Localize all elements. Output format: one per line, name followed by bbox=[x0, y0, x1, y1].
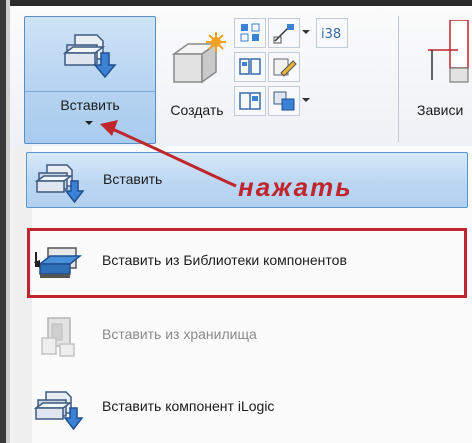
pattern-icon[interactable] bbox=[234, 18, 266, 48]
place-dropdown[interactable] bbox=[300, 18, 310, 46]
create-button[interactable]: Создать bbox=[158, 20, 236, 140]
copy-icon[interactable] bbox=[234, 86, 266, 116]
edit-icon[interactable] bbox=[268, 52, 300, 82]
substitute-dropdown[interactable] bbox=[300, 86, 310, 114]
annotation-text: нажать bbox=[238, 172, 353, 202]
table-list-icon: i38 bbox=[321, 27, 341, 42]
ilogic-component-icon bbox=[34, 391, 84, 431]
highlight-frame bbox=[27, 228, 467, 298]
menu-item-insert-ilogic-component[interactable]: Вставить компонент iLogic bbox=[26, 380, 466, 436]
replace-component-icon bbox=[273, 91, 295, 111]
menu-item-insert-label: Вставить bbox=[103, 171, 163, 187]
insert-component-icon bbox=[35, 164, 85, 204]
vault-icon bbox=[41, 317, 75, 357]
menu-item-insert-ilogic-component-label: Вставить компонент iLogic bbox=[102, 398, 275, 414]
double-box-icon bbox=[239, 58, 261, 75]
menu-item-insert-from-vault[interactable]: Вставить из хранилища bbox=[26, 308, 466, 364]
create-component-icon bbox=[171, 32, 226, 84]
chevron-down-icon bbox=[302, 98, 310, 102]
menu-item-insert-from-vault-label: Вставить из хранилища bbox=[102, 326, 257, 342]
insert-button[interactable]: Вставить bbox=[24, 16, 156, 144]
create-button-label: Создать bbox=[170, 102, 224, 118]
ribbon-panel: Вставить Создать i38 Зависи bbox=[10, 6, 472, 147]
substitute-icon[interactable] bbox=[268, 86, 300, 116]
insert-button-label: Вставить bbox=[60, 97, 120, 113]
corner-arrow-icon bbox=[273, 24, 294, 44]
insert-button-separator bbox=[25, 91, 155, 92]
ribbon-group-separator bbox=[398, 16, 399, 142]
chevron-down-icon bbox=[302, 30, 310, 34]
svg-text:i38: i38 bbox=[321, 27, 341, 42]
dependencies-label[interactable]: Зависи bbox=[417, 102, 463, 118]
pencil-edit-icon bbox=[273, 58, 297, 77]
split-box-icon bbox=[239, 92, 261, 110]
place-icon[interactable] bbox=[268, 18, 300, 48]
mirror-icon[interactable] bbox=[234, 52, 266, 82]
grid-pattern-icon bbox=[240, 23, 260, 42]
constraint-icon bbox=[428, 20, 469, 83]
bom-icon[interactable]: i38 bbox=[316, 18, 348, 48]
insert-dropdown-arrow-icon[interactable] bbox=[85, 121, 93, 125]
insert-component-icon bbox=[62, 34, 117, 79]
